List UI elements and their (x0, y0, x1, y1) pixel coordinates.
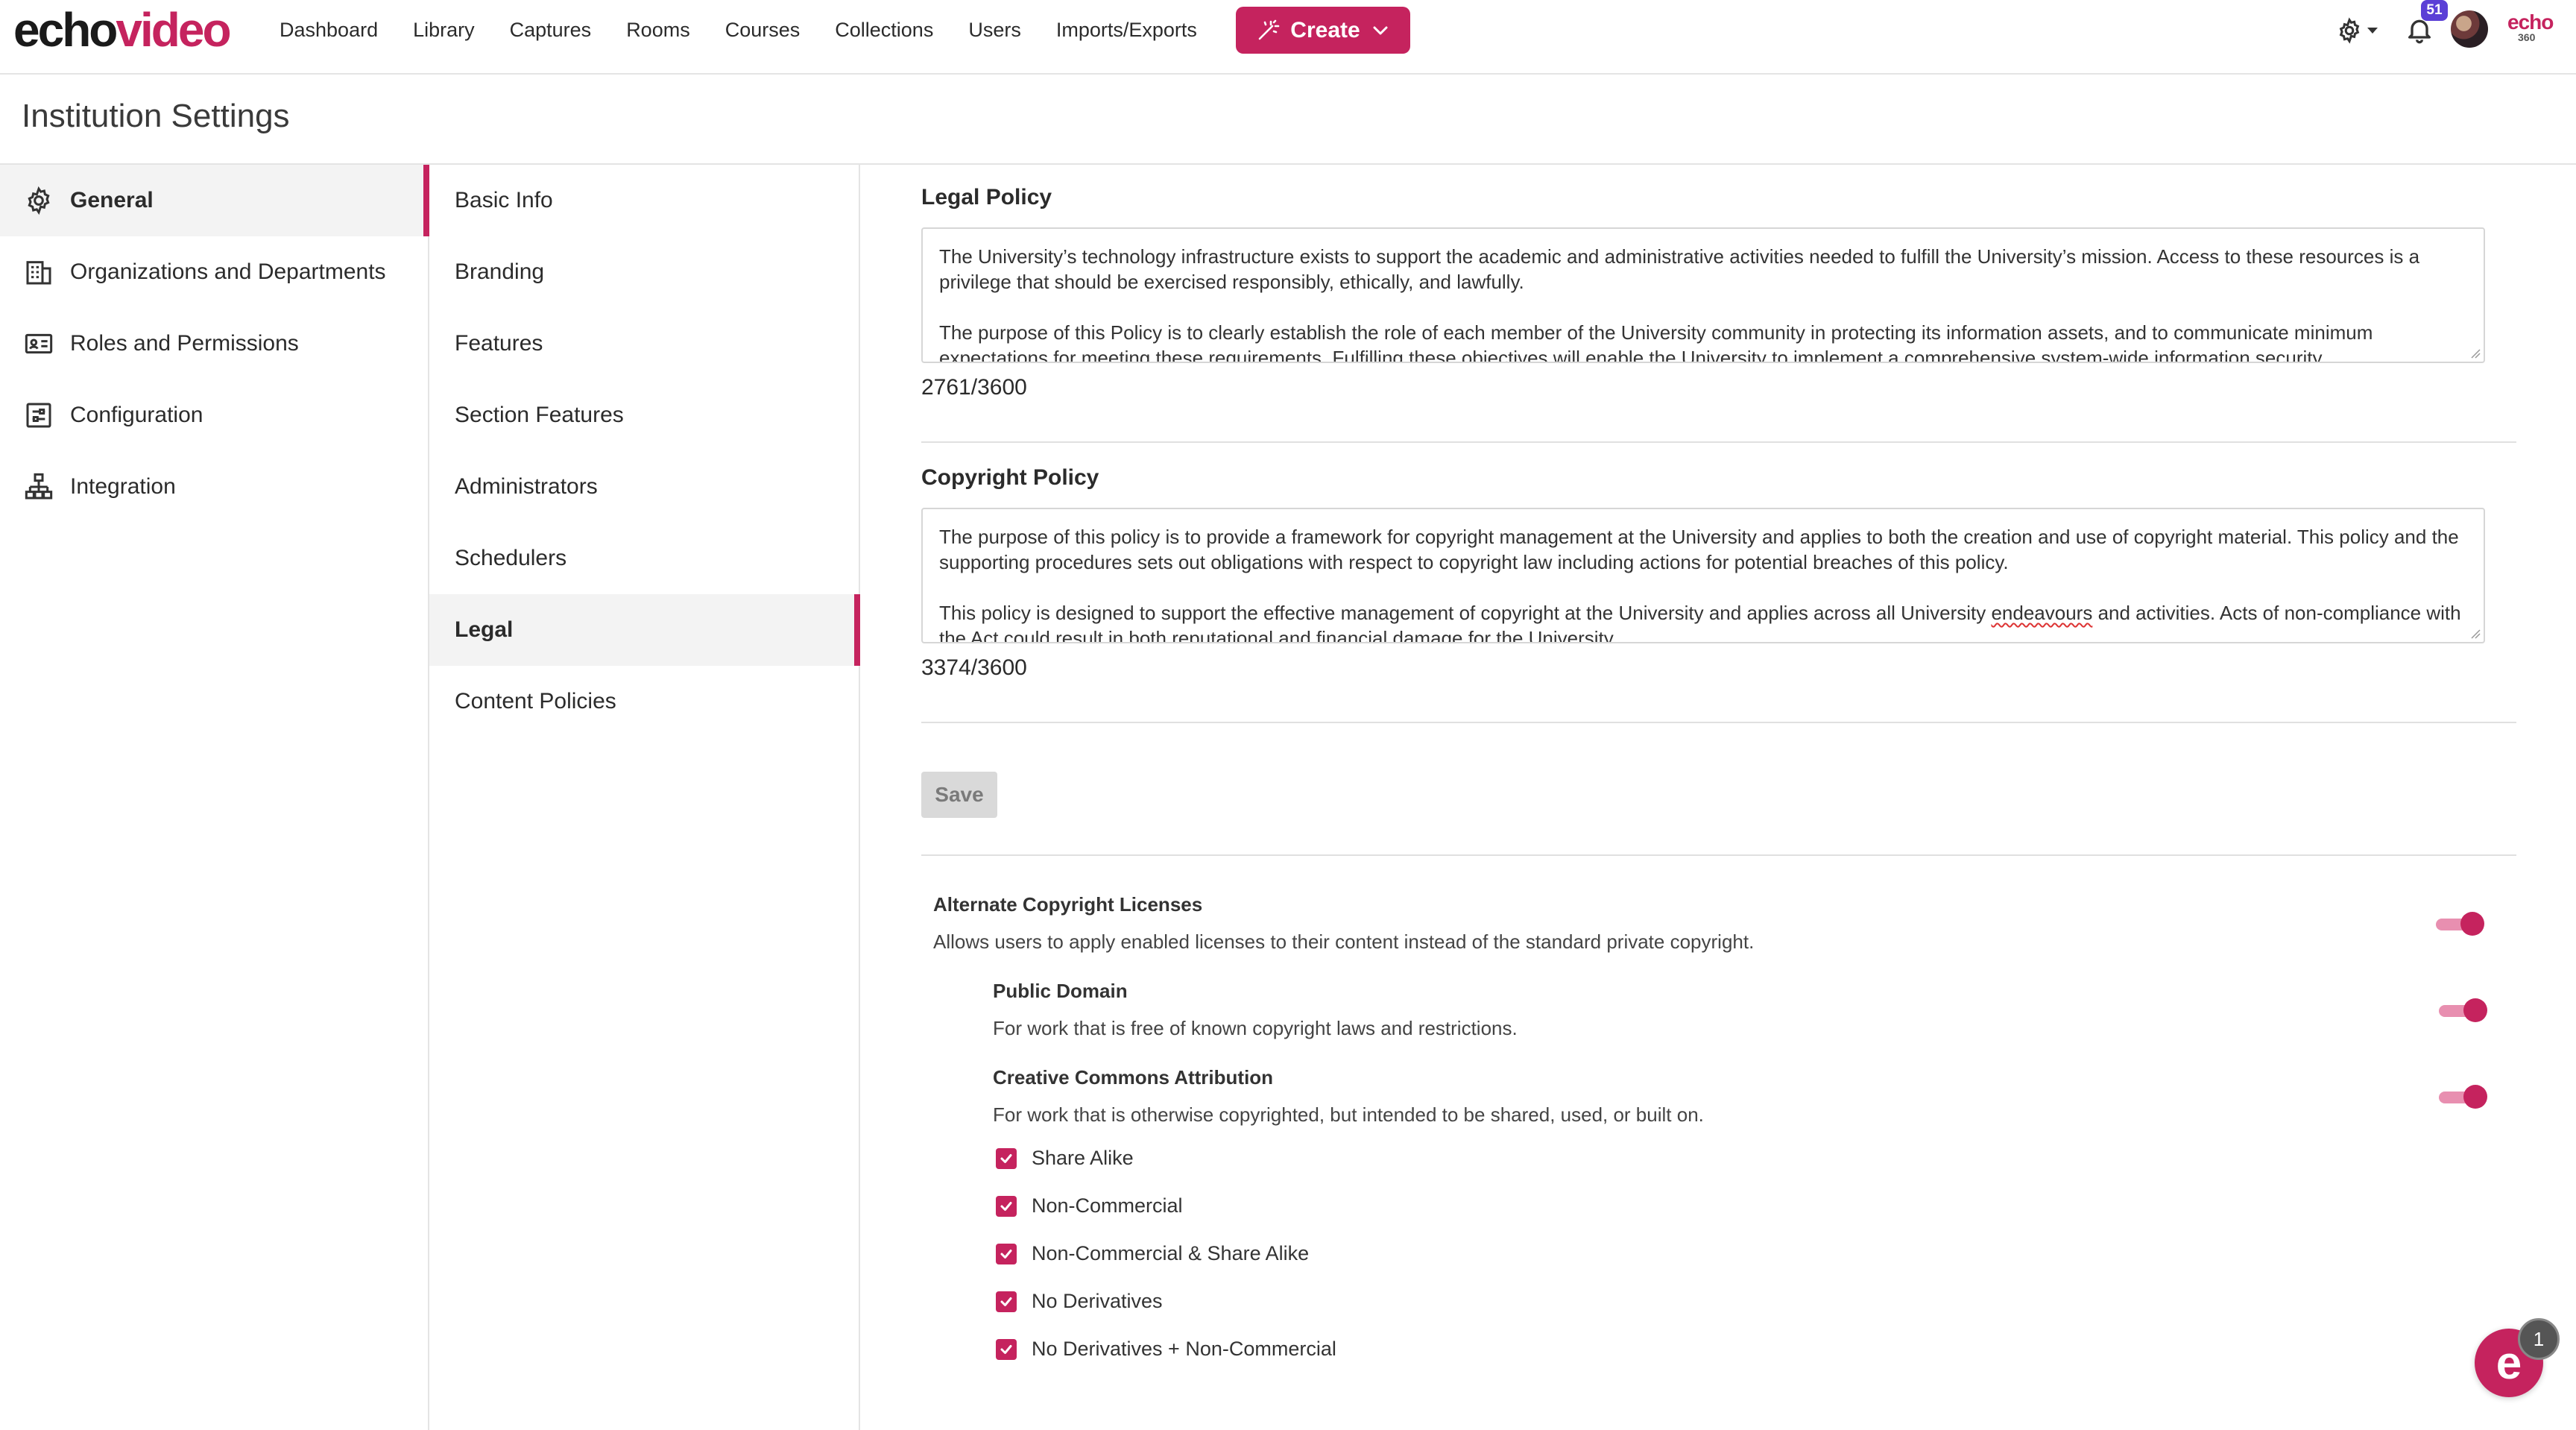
divider (921, 854, 2516, 856)
gear-icon (22, 184, 55, 217)
sidebar-item-general[interactable]: General (0, 165, 429, 236)
gear-icon (2339, 17, 2360, 44)
non-commercial-share-alike-checkbox[interactable]: Non-Commercial & Share Alike (996, 1242, 1309, 1265)
public-domain-description: For work that is free of known copyright… (993, 1017, 1518, 1039)
nav-dashboard[interactable]: Dashboard (280, 15, 378, 45)
save-button[interactable]: Save (921, 772, 997, 818)
checkbox-checked-icon (996, 1195, 1017, 1217)
id-card-icon (22, 327, 55, 360)
divider (921, 441, 2516, 443)
subnav-section-features[interactable]: Section Features (429, 379, 859, 451)
general-subnav: Basic Info Branding Features Section Fea… (429, 165, 860, 1430)
share-alike-checkbox[interactable]: Share Alike (996, 1147, 1134, 1170)
notification-count-badge: 51 (2421, 0, 2448, 21)
settings-sidebar: General Organizations and Departments Ro… (0, 165, 429, 1430)
nav-imports-exports[interactable]: Imports/Exports (1056, 15, 1197, 45)
copyright-policy-textarea[interactable]: The purpose of this policy is to provide… (921, 508, 2485, 643)
public-domain-title: Public Domain (993, 980, 1128, 1002)
building-icon (22, 256, 55, 289)
sidebar-item-configuration[interactable]: Configuration (0, 379, 428, 451)
nav-collections[interactable]: Collections (835, 15, 933, 45)
sidebar-item-label: General (70, 188, 154, 212)
legal-policy-paragraph: The University’s technology infrastructu… (939, 245, 2420, 293)
no-derivatives-non-commercial-checkbox[interactable]: No Derivatives + Non-Commercial (996, 1338, 1336, 1361)
legal-policy-paragraph: The purpose of this Policy is to clearly… (939, 321, 2373, 363)
spellcheck-word: endeavours (1991, 602, 2093, 624)
alternate-licenses-toggle[interactable] (2436, 912, 2484, 936)
resize-handle-icon[interactable] (2470, 348, 2481, 359)
settings-menu[interactable] (2336, 16, 2385, 45)
main-nav: Dashboard Library Captures Rooms Courses… (280, 15, 1232, 45)
subnav-schedulers[interactable]: Schedulers (429, 523, 859, 594)
toggle-knob (2463, 1085, 2487, 1109)
echo360-brand-mark: echo 360 (2507, 12, 2554, 48)
echovideo-logo[interactable]: echovideo (13, 3, 232, 57)
nav-rooms[interactable]: Rooms (626, 15, 690, 45)
create-button-label: Create (1290, 17, 1360, 42)
checkbox-checked-icon (996, 1338, 1017, 1360)
caret-down-icon (2367, 28, 2378, 34)
sidebar-item-label: Organizations and Departments (70, 259, 386, 284)
toggle-knob (2460, 912, 2484, 936)
legal-settings-panel: Legal Policy The University’s technology… (862, 165, 2576, 1430)
checkbox-checked-icon (996, 1243, 1017, 1264)
toggle-knob (2463, 998, 2487, 1022)
copyright-policy-paragraph: This policy is designed to support the e… (939, 600, 2467, 642)
nav-courses[interactable]: Courses (725, 15, 801, 45)
creative-commons-description: For work that is otherwise copyrighted, … (993, 1103, 1704, 1126)
nav-users[interactable]: Users (968, 15, 1021, 45)
checkbox-label: Non-Commercial (1032, 1194, 1183, 1217)
copyright-policy-label: Copyright Policy (921, 465, 1099, 490)
checkbox-label: No Derivatives + Non-Commercial (1032, 1338, 1336, 1360)
alternate-licenses-title: Alternate Copyright Licenses (933, 893, 1203, 916)
sidebar-item-roles[interactable]: Roles and Permissions (0, 308, 428, 379)
no-derivatives-checkbox[interactable]: No Derivatives (996, 1290, 1163, 1313)
copyright-policy-paragraph: The purpose of this policy is to provide… (939, 526, 2459, 573)
checkbox-label: No Derivatives (1032, 1290, 1163, 1312)
sidebar-item-organizations[interactable]: Organizations and Departments (0, 236, 428, 308)
magic-wand-icon (1258, 19, 1280, 40)
sliders-icon (22, 399, 55, 432)
non-commercial-checkbox[interactable]: Non-Commercial (996, 1194, 1183, 1218)
subnav-content-policies[interactable]: Content Policies (429, 666, 859, 737)
subnav-basic-info[interactable]: Basic Info (429, 165, 859, 236)
checkbox-checked-icon (996, 1291, 1017, 1312)
checkbox-label: Share Alike (1032, 1147, 1134, 1169)
checkbox-label: Non-Commercial & Share Alike (1032, 1242, 1310, 1264)
public-domain-toggle[interactable] (2439, 998, 2487, 1022)
chevron-down-icon (1373, 26, 1388, 34)
copyright-character-count: 3374/3600 (921, 655, 1027, 680)
top-navigation-bar: echovideo Dashboard Library Captures Roo… (0, 0, 2576, 75)
user-avatar[interactable] (2451, 10, 2488, 48)
resize-handle-icon[interactable] (2470, 629, 2481, 639)
subnav-branding[interactable]: Branding (429, 236, 859, 308)
logo-echo-text: echo (13, 3, 118, 57)
subnav-features[interactable]: Features (429, 308, 859, 379)
logo-video-text: video (116, 3, 231, 57)
create-button[interactable]: Create (1236, 7, 1410, 54)
creative-commons-title: Creative Commons Attribution (993, 1066, 1274, 1089)
creative-commons-toggle[interactable] (2439, 1085, 2487, 1109)
nav-library[interactable]: Library (413, 15, 475, 45)
page-title: Institution Settings (22, 98, 290, 134)
alternate-licenses-description: Allows users to apply enabled licenses t… (933, 930, 1755, 953)
copyright-text: This policy is designed to support the e… (939, 602, 1992, 624)
legal-character-count: 2761/3600 (921, 375, 1027, 400)
sidebar-item-label: Configuration (70, 403, 203, 427)
divider (921, 722, 2516, 723)
sidebar-item-integration[interactable]: Integration (0, 451, 428, 523)
sidebar-item-label: Roles and Permissions (70, 331, 299, 356)
sidebar-item-label: Integration (70, 474, 176, 499)
legal-policy-textarea[interactable]: The University’s technology infrastructu… (921, 227, 2485, 363)
legal-policy-label: Legal Policy (921, 185, 1052, 210)
network-icon (22, 470, 55, 503)
subnav-administrators[interactable]: Administrators (429, 451, 859, 523)
subnav-legal[interactable]: Legal (429, 594, 860, 666)
checkbox-checked-icon (996, 1147, 1017, 1169)
nav-captures[interactable]: Captures (510, 15, 592, 45)
help-badge: 1 (2518, 1318, 2560, 1360)
